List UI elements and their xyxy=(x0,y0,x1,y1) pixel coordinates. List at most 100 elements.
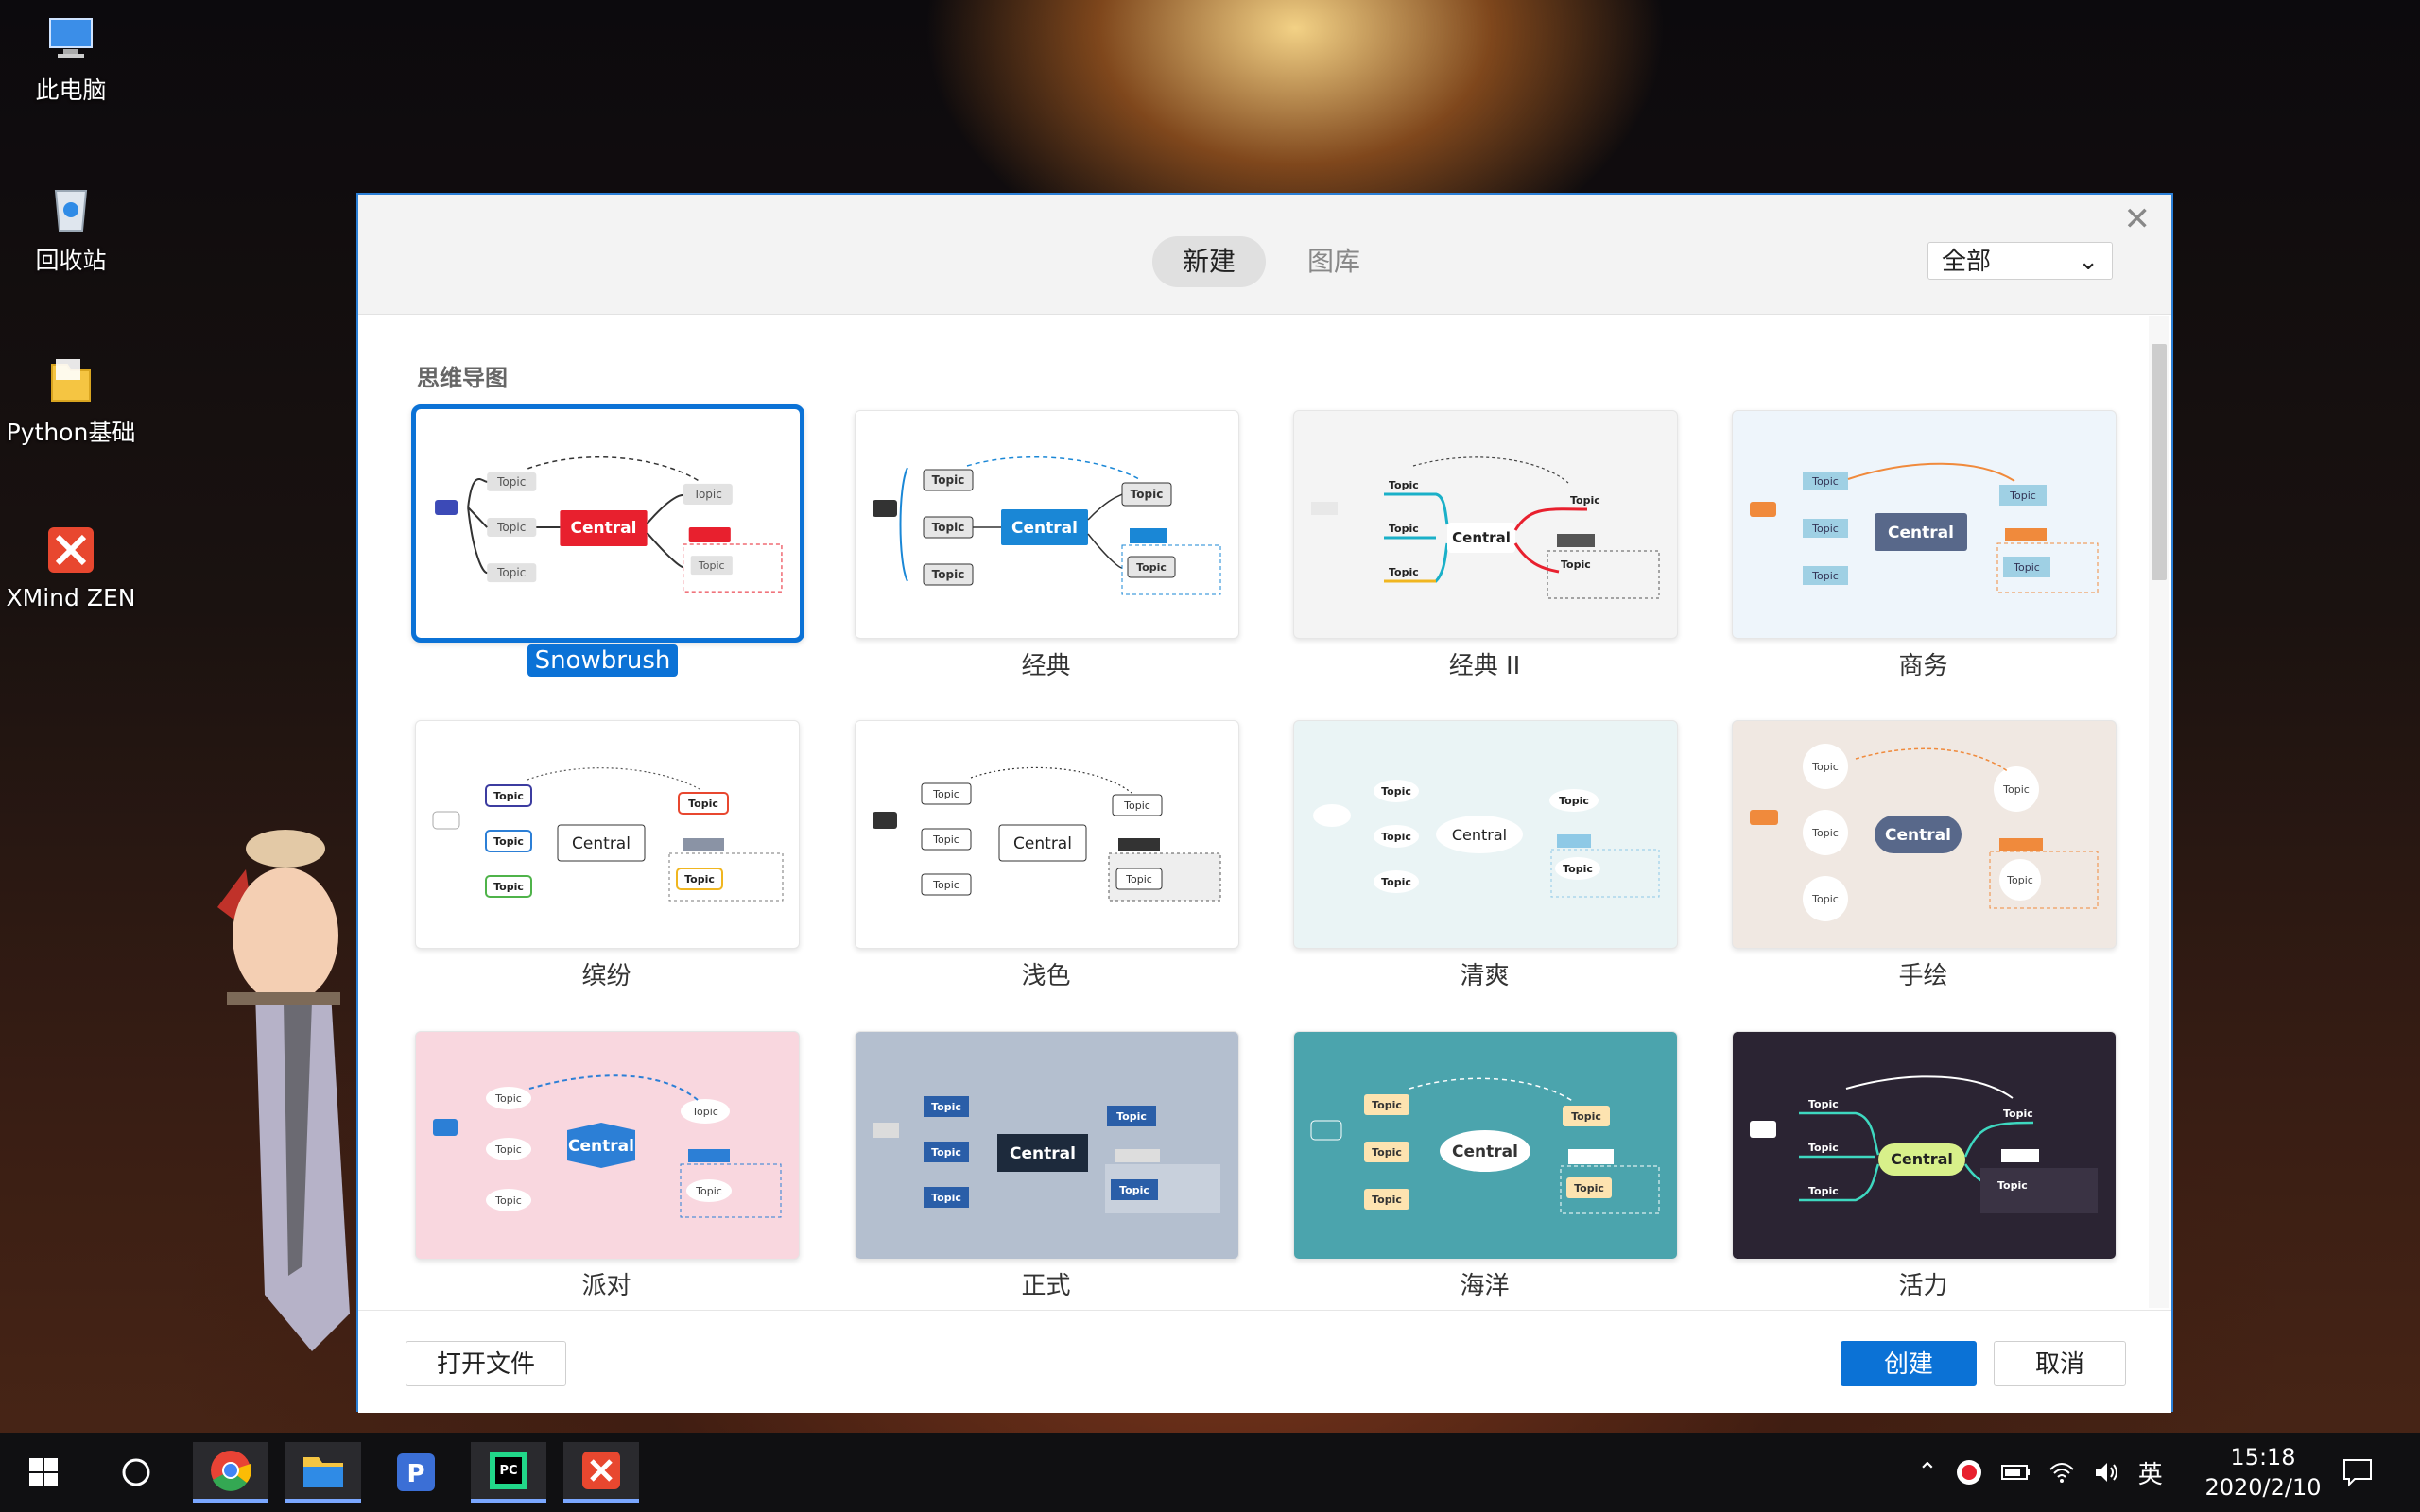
preview-topic-text: Topic xyxy=(693,488,722,501)
preview-topic-text: Topic xyxy=(1997,1179,2028,1192)
preview-topic-text: Topic xyxy=(1372,1194,1402,1206)
template-card-classic[interactable]: Topic Topic Topic Central Topic Topic xyxy=(855,410,1239,639)
windows-start-icon[interactable] xyxy=(6,1442,81,1503)
template-preview: Topic Topic Topic Central Topic Topic xyxy=(435,456,783,593)
preview-topic-text: Topic xyxy=(1811,761,1839,773)
template-preview: Topic Topic Topic Central Topic Topic xyxy=(1750,744,2099,921)
template-card-fresh[interactable]: Topic Topic Topic Central Topic Topic xyxy=(1293,720,1678,949)
template-card-light[interactable]: Topic Topic Topic Central Topic Topic xyxy=(855,720,1239,949)
cortana-icon[interactable] xyxy=(98,1442,174,1503)
ime-indicator[interactable]: 英 xyxy=(2138,1455,2163,1490)
svg-text:PC: PC xyxy=(499,1464,517,1478)
preview-topic-text: Topic xyxy=(1372,1146,1402,1159)
file-explorer-icon[interactable] xyxy=(285,1442,361,1503)
desktop-character-decoration xyxy=(217,830,350,1351)
create-button[interactable]: 创建 xyxy=(1841,1341,1977,1386)
chevron-down-icon: ⌄ xyxy=(2078,248,2099,276)
template-preview: Topic Topic Topic Central Topic Topic xyxy=(873,766,1221,902)
wifi-icon[interactable] xyxy=(2048,1460,2076,1485)
scrollbar-thumb[interactable] xyxy=(2152,344,2167,580)
template-list: 思维导图 Topic Topic Topic Central Topic Top… xyxy=(358,316,2150,1308)
preview-topic-text: Topic xyxy=(688,798,718,810)
tab-switcher: 新建 图库 xyxy=(1152,236,1391,287)
desktop-icon-xmind[interactable]: XMind ZEN xyxy=(0,522,142,611)
xmind-taskbar-icon[interactable] xyxy=(563,1442,639,1503)
preview-topic-text: Topic xyxy=(691,1106,718,1118)
preview-topic-text: Topic xyxy=(1389,479,1419,491)
template-card-vitality[interactable]: Topic Topic Topic Central Topic Topic xyxy=(1732,1031,2117,1260)
template-label: 浅色 xyxy=(1021,962,1071,990)
desktop-icon-recycle-bin[interactable]: 回收站 xyxy=(0,180,142,276)
template-preview: Topic Topic Topic Central Topic Topic xyxy=(1750,462,2099,593)
template-label: 手绘 xyxy=(1898,962,1948,990)
preview-topic-text: Topic xyxy=(1389,523,1419,535)
preview-central-text: Central xyxy=(1011,519,1078,538)
preview-topic-text: Topic xyxy=(931,1146,961,1159)
preview-topic-text: Topic xyxy=(1811,475,1839,488)
desktop-icon-label: Python基础 xyxy=(6,419,136,446)
desktop-icon-this-pc[interactable]: 此电脑 xyxy=(0,9,142,106)
preview-central-text: Central xyxy=(1452,529,1511,546)
template-card-snowbrush[interactable]: Topic Topic Topic Central Topic Topic xyxy=(411,404,804,643)
preview-topic-text: Topic xyxy=(1125,873,1152,885)
template-label: 经典 II xyxy=(1448,652,1521,680)
xmind-icon xyxy=(48,527,94,573)
preview-topic-text: Topic xyxy=(1389,566,1419,578)
preview-topic-text: Topic xyxy=(1136,561,1167,574)
preview-central-text: Central xyxy=(1885,826,1951,845)
preview-topic-text: Topic xyxy=(493,790,524,802)
template-card-party[interactable]: Topic Topic Topic Central Topic Topic xyxy=(415,1031,800,1260)
open-file-button[interactable]: 打开文件 xyxy=(406,1341,566,1386)
pycharm-edu-icon[interactable]: P xyxy=(378,1442,454,1503)
chevron-up-icon[interactable]: ⌃ xyxy=(1917,1458,1938,1486)
preview-topic-text: Topic xyxy=(2009,490,2036,502)
preview-topic-text: Topic xyxy=(1571,1110,1601,1123)
preview-topic-text: Topic xyxy=(1808,1185,1839,1197)
preview-topic-text: Topic xyxy=(494,1194,522,1207)
preview-topic-text: Topic xyxy=(2003,1108,2033,1120)
template-card-business[interactable]: Topic Topic Topic Central Topic Topic xyxy=(1732,410,2117,639)
close-icon[interactable]: ✕ xyxy=(2124,200,2152,238)
taskbar-clock[interactable]: 15:18 2020/2/10 xyxy=(2197,1442,2329,1503)
desktop-icon-python-folder[interactable]: Python基础 xyxy=(0,352,142,448)
computer-icon xyxy=(49,18,93,58)
template-card-ocean[interactable]: Topic Topic Topic Central Topic Topic xyxy=(1293,1031,1678,1260)
template-label: 海洋 xyxy=(1460,1272,1510,1300)
preview-topic-text: Topic xyxy=(932,521,965,534)
preview-topic-text: Topic xyxy=(496,475,526,489)
preview-central-text: Central xyxy=(572,834,631,853)
new-file-dialog: 新建 图库 全部 ⌄ ✕ 思维导图 Topic Topic Topic Cent… xyxy=(356,193,2173,1413)
screen-record-icon[interactable] xyxy=(1955,1458,1983,1486)
template-label: 派对 xyxy=(581,1272,631,1300)
template-preview: Topic Topic Topic Central Topic Topic xyxy=(1310,1077,1660,1214)
template-card-hand-drawn[interactable]: Topic Topic Topic Central Topic Topic xyxy=(1732,720,2117,949)
filter-selected-value: 全部 xyxy=(1942,248,1992,276)
system-tray: ⌃ 英 xyxy=(1917,1433,2163,1512)
template-preview: Topic Topic Topic Central Topic Topic xyxy=(873,1096,1220,1213)
template-card-formal[interactable]: Topic Topic Topic Central Topic Topic xyxy=(855,1031,1239,1260)
template-card-classic-ii[interactable]: Topic Topic Topic Central Topic Topic xyxy=(1293,410,1678,639)
folder-icon xyxy=(51,359,91,402)
svg-text:P: P xyxy=(406,1460,424,1488)
clock-date: 2020/2/10 xyxy=(2204,1474,2322,1501)
template-label: 商务 xyxy=(1898,652,1948,680)
volume-icon[interactable] xyxy=(2093,1460,2121,1485)
preview-topic-text: Topic xyxy=(1570,494,1600,507)
preview-topic-text: Topic xyxy=(1561,558,1591,571)
preview-topic-text: Topic xyxy=(493,881,524,893)
category-filter-select[interactable]: 全部 ⌄ xyxy=(1927,242,2113,280)
template-list-scrollbar[interactable] xyxy=(2149,316,2169,1308)
template-card-colorful[interactable]: Topic Topic Topic Central Topic Topic xyxy=(415,720,800,949)
pycharm-icon[interactable]: PC xyxy=(471,1442,546,1503)
notification-center-icon[interactable] xyxy=(2320,1442,2395,1503)
preview-topic-text: Topic xyxy=(1381,831,1411,843)
preview-topic-text: Topic xyxy=(1381,785,1411,798)
chrome-icon[interactable] xyxy=(193,1442,268,1503)
cancel-button[interactable]: 取消 xyxy=(1994,1341,2126,1386)
battery-icon[interactable] xyxy=(2000,1460,2031,1485)
preview-central-text: Central xyxy=(1452,1143,1518,1161)
tab-new[interactable]: 新建 xyxy=(1152,236,1267,287)
tab-gallery[interactable]: 图库 xyxy=(1277,236,1391,287)
preview-topic-text: Topic xyxy=(695,1185,722,1197)
dialog-header: 新建 图库 全部 ⌄ ✕ xyxy=(358,195,2171,315)
